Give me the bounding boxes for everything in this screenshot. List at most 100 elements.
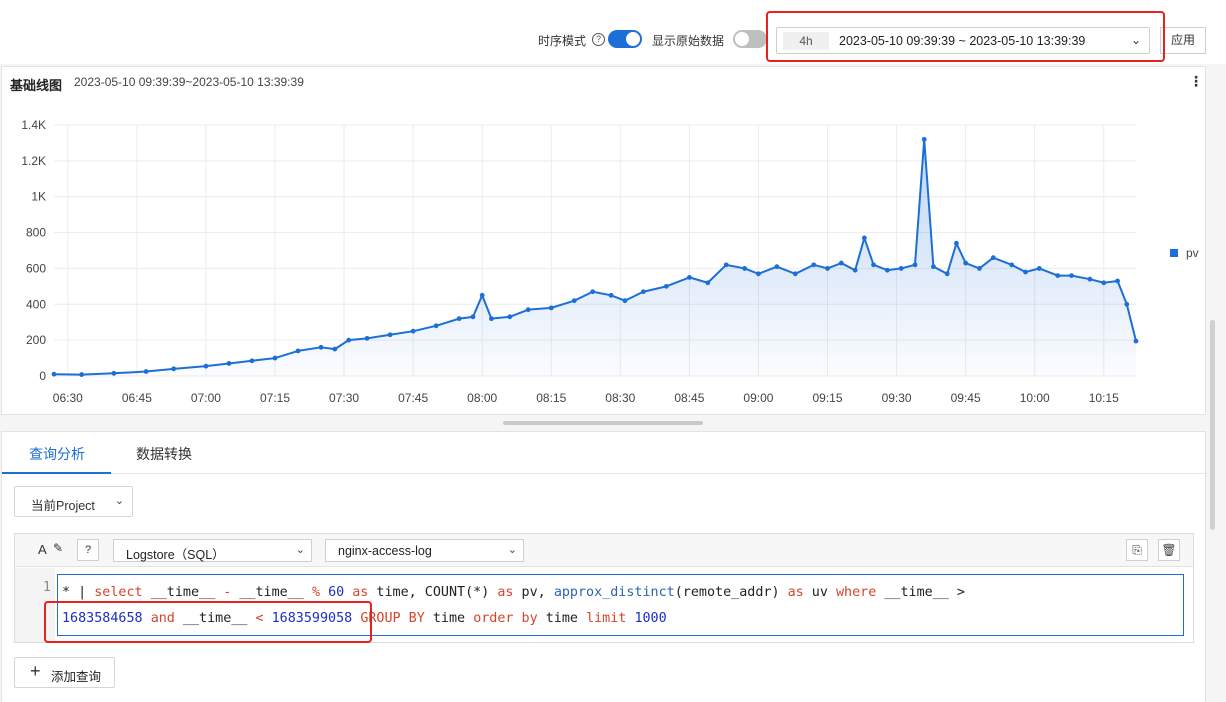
code-token: approx_distinct <box>553 585 675 600</box>
data-point <box>931 264 936 270</box>
data-point <box>825 266 830 271</box>
toggle-knob <box>626 32 640 46</box>
code-token: * | <box>62 585 95 600</box>
x-tick-label: 07:15 <box>260 391 290 405</box>
project-select-value: 当前Project <box>31 499 95 513</box>
help-icon[interactable]: ? <box>592 33 605 46</box>
code-token: time <box>424 611 474 626</box>
format-icon[interactable]: A <box>38 542 47 557</box>
data-point <box>79 372 85 377</box>
code-token: __time__ <box>231 585 312 600</box>
data-point <box>203 363 209 369</box>
data-point <box>705 280 711 286</box>
data-point <box>433 323 439 329</box>
code-token: pv, <box>513 585 554 600</box>
data-point <box>811 262 817 268</box>
project-select[interactable]: 当前Project ⌄ <box>14 486 133 517</box>
data-point <box>963 260 969 266</box>
logstore-type-select[interactable]: Logstore（SQL） ⌄ <box>113 539 312 562</box>
x-tick-label: 09:15 <box>812 391 842 405</box>
data-point <box>1023 269 1028 275</box>
raw-data-toggle[interactable] <box>733 30 767 48</box>
data-point <box>571 298 577 304</box>
data-point <box>346 337 352 343</box>
y-tick-label: 400 <box>26 297 46 311</box>
y-tick-label: 1.2K <box>21 154 46 168</box>
tab-divider <box>2 473 1207 474</box>
tab-data-transform[interactable]: 数据转换 <box>136 444 192 464</box>
x-tick-label: 07:30 <box>329 391 359 405</box>
data-point <box>622 298 628 304</box>
tab-query-analysis[interactable]: 查询分析 <box>29 444 85 464</box>
data-point <box>742 266 748 271</box>
query-panel: 查询分析 数据转换 当前Project ⌄ A ✎ ? Logstore（SQL… <box>1 431 1207 702</box>
code-token: % <box>311 585 320 600</box>
chevron-down-icon: ⌄ <box>114 495 124 507</box>
data-point <box>410 328 416 334</box>
code-token: limit <box>586 611 627 626</box>
pencil-icon[interactable]: ✎ <box>53 541 63 555</box>
code-token: uv <box>803 585 836 600</box>
code-token: select <box>94 585 143 600</box>
code-token: __time__ > <box>876 585 965 600</box>
highlight-box-time-range <box>766 11 1165 62</box>
code-token: order by <box>473 611 538 626</box>
data-point <box>1133 338 1139 344</box>
plus-icon: + <box>30 661 41 681</box>
data-point <box>318 344 324 350</box>
data-point <box>479 292 485 298</box>
add-query-label: 添加查询 <box>51 670 102 684</box>
query-line-1[interactable]: * | select __time__ - __time__ % 60 as t… <box>62 585 965 600</box>
y-tick-label: 1K <box>31 190 46 204</box>
chevron-down-icon: ⌄ <box>295 544 305 556</box>
y-tick-label: 200 <box>26 333 46 347</box>
code-token: (remote_addr) <box>674 585 788 600</box>
data-point <box>663 283 669 289</box>
data-point <box>387 332 393 338</box>
data-point <box>608 292 614 298</box>
data-point <box>456 316 462 322</box>
x-tick-label: 10:15 <box>1089 391 1119 405</box>
code-token: 1000 <box>634 611 667 626</box>
data-point <box>1101 280 1107 286</box>
data-point <box>884 267 890 273</box>
help-icon[interactable]: ? <box>77 539 99 561</box>
x-tick-label: 09:30 <box>882 391 912 405</box>
highlight-box-timestamps <box>44 601 372 643</box>
legend-label: pv <box>1186 246 1199 260</box>
x-tick-label: 07:00 <box>191 391 221 405</box>
data-point <box>51 371 57 377</box>
chevron-down-icon: ⌄ <box>507 544 517 556</box>
data-point <box>1115 278 1120 284</box>
data-point <box>921 136 927 142</box>
x-tick-label: 10:00 <box>1020 391 1050 405</box>
data-point <box>364 335 370 341</box>
data-point <box>861 235 867 241</box>
data-point <box>332 346 338 352</box>
data-point <box>525 307 531 313</box>
data-point <box>912 262 918 268</box>
trash-icon[interactable]: 🗑 <box>1158 539 1180 561</box>
code-token: as <box>352 585 369 600</box>
data-point <box>686 274 692 280</box>
legend-swatch <box>1170 249 1178 257</box>
resize-handle[interactable] <box>503 421 703 425</box>
data-point <box>1009 262 1015 268</box>
apply-button[interactable]: 应用 <box>1160 27 1206 54</box>
timeseries-mode-toggle[interactable] <box>608 30 642 48</box>
raw-data-label: 显示原始数据 <box>652 34 725 48</box>
copy-icon[interactable]: ⎘ <box>1126 539 1148 561</box>
data-point <box>1055 273 1061 278</box>
data-point <box>898 266 904 271</box>
logstore-name-value: nginx-access-log <box>338 544 432 558</box>
y-tick-label: 1.4K <box>21 118 46 132</box>
chart-panel: 基础线图 2023-05-10 09:39:39~2023-05-10 13:3… <box>1 66 1206 415</box>
line-number: 1 <box>43 580 51 595</box>
code-token: __time__ <box>142 585 224 600</box>
data-point <box>990 255 996 261</box>
code-token: time, COUNT(*) <box>368 585 498 600</box>
data-point <box>548 305 554 311</box>
add-query-button[interactable]: + 添加查询 <box>14 657 115 688</box>
page-scrollbar[interactable] <box>1210 320 1215 530</box>
logstore-name-select[interactable]: nginx-access-log ⌄ <box>325 539 524 562</box>
